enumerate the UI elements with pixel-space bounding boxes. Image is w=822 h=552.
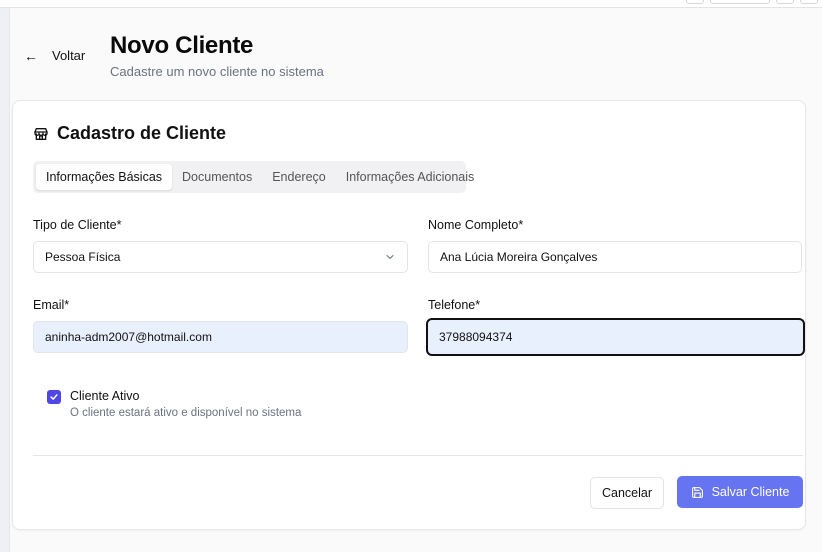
save-client-button[interactable]: Salvar Cliente [677, 476, 803, 508]
tab-informacoes-adicionais[interactable]: Informações Adicionais [336, 164, 485, 190]
email-label: Email* [33, 298, 70, 312]
window-control[interactable] [776, 0, 794, 4]
telefone-label: Telefone* [428, 298, 481, 312]
telefone-input[interactable] [426, 318, 805, 356]
store-icon [34, 127, 48, 140]
tipo-cliente-label: Tipo de Cliente* [33, 218, 122, 232]
page: ← Voltar Novo Cliente Cadastre um novo c… [10, 8, 822, 552]
divider [33, 455, 803, 456]
cliente-ativo-row: Cliente Ativo O cliente estará ativo e d… [47, 389, 301, 419]
tipo-cliente-value: Pessoa Física [45, 250, 121, 264]
card-title-text: Cadastro de Cliente [57, 123, 227, 143]
page-title: Novo Cliente [110, 32, 254, 59]
browser-top-strip [0, 0, 822, 8]
tab-documentos[interactable]: Documentos [172, 164, 262, 190]
back-button[interactable]: ← Voltar [24, 48, 85, 63]
tab-informacoes-basicas[interactable]: Informações Básicas [36, 164, 173, 190]
email-input[interactable] [33, 321, 408, 353]
left-gutter [0, 8, 10, 552]
nome-completo-input[interactable] [428, 241, 802, 273]
arrow-left-icon: ← [24, 47, 38, 64]
cliente-ativo-label: Cliente Ativo [70, 389, 140, 403]
chevron-down-icon [386, 255, 394, 259]
tabs: Informações Básicas Documentos Endereço … [33, 161, 474, 193]
page-subtitle: Cadastre um novo cliente no sistema [110, 64, 324, 79]
window-control[interactable] [800, 0, 818, 4]
cancel-button[interactable]: Cancelar [590, 477, 664, 509]
card-title: Cadastro de Cliente [33, 123, 226, 144]
cliente-ativo-help: O cliente estará ativo e disponível no s… [70, 407, 302, 419]
window-control[interactable] [710, 0, 770, 4]
check-icon [50, 394, 58, 400]
cliente-ativo-checkbox[interactable] [47, 390, 61, 404]
telefone-field[interactable] [439, 330, 792, 344]
save-icon [691, 486, 703, 498]
tipo-cliente-select[interactable]: Pessoa Física [33, 241, 408, 273]
save-label: Salvar Cliente [711, 485, 790, 499]
title-block: Novo Cliente Cadastre um novo cliente no… [110, 32, 324, 79]
nome-completo-field[interactable] [440, 250, 790, 264]
back-label: Voltar [52, 48, 86, 63]
window-control[interactable] [686, 0, 704, 4]
nome-completo-label: Nome Completo* [428, 218, 524, 232]
tab-endereco[interactable]: Endereço [262, 164, 336, 190]
email-field[interactable] [45, 330, 396, 344]
client-form-card: Cadastro de Cliente Informações Básicas … [12, 100, 806, 530]
